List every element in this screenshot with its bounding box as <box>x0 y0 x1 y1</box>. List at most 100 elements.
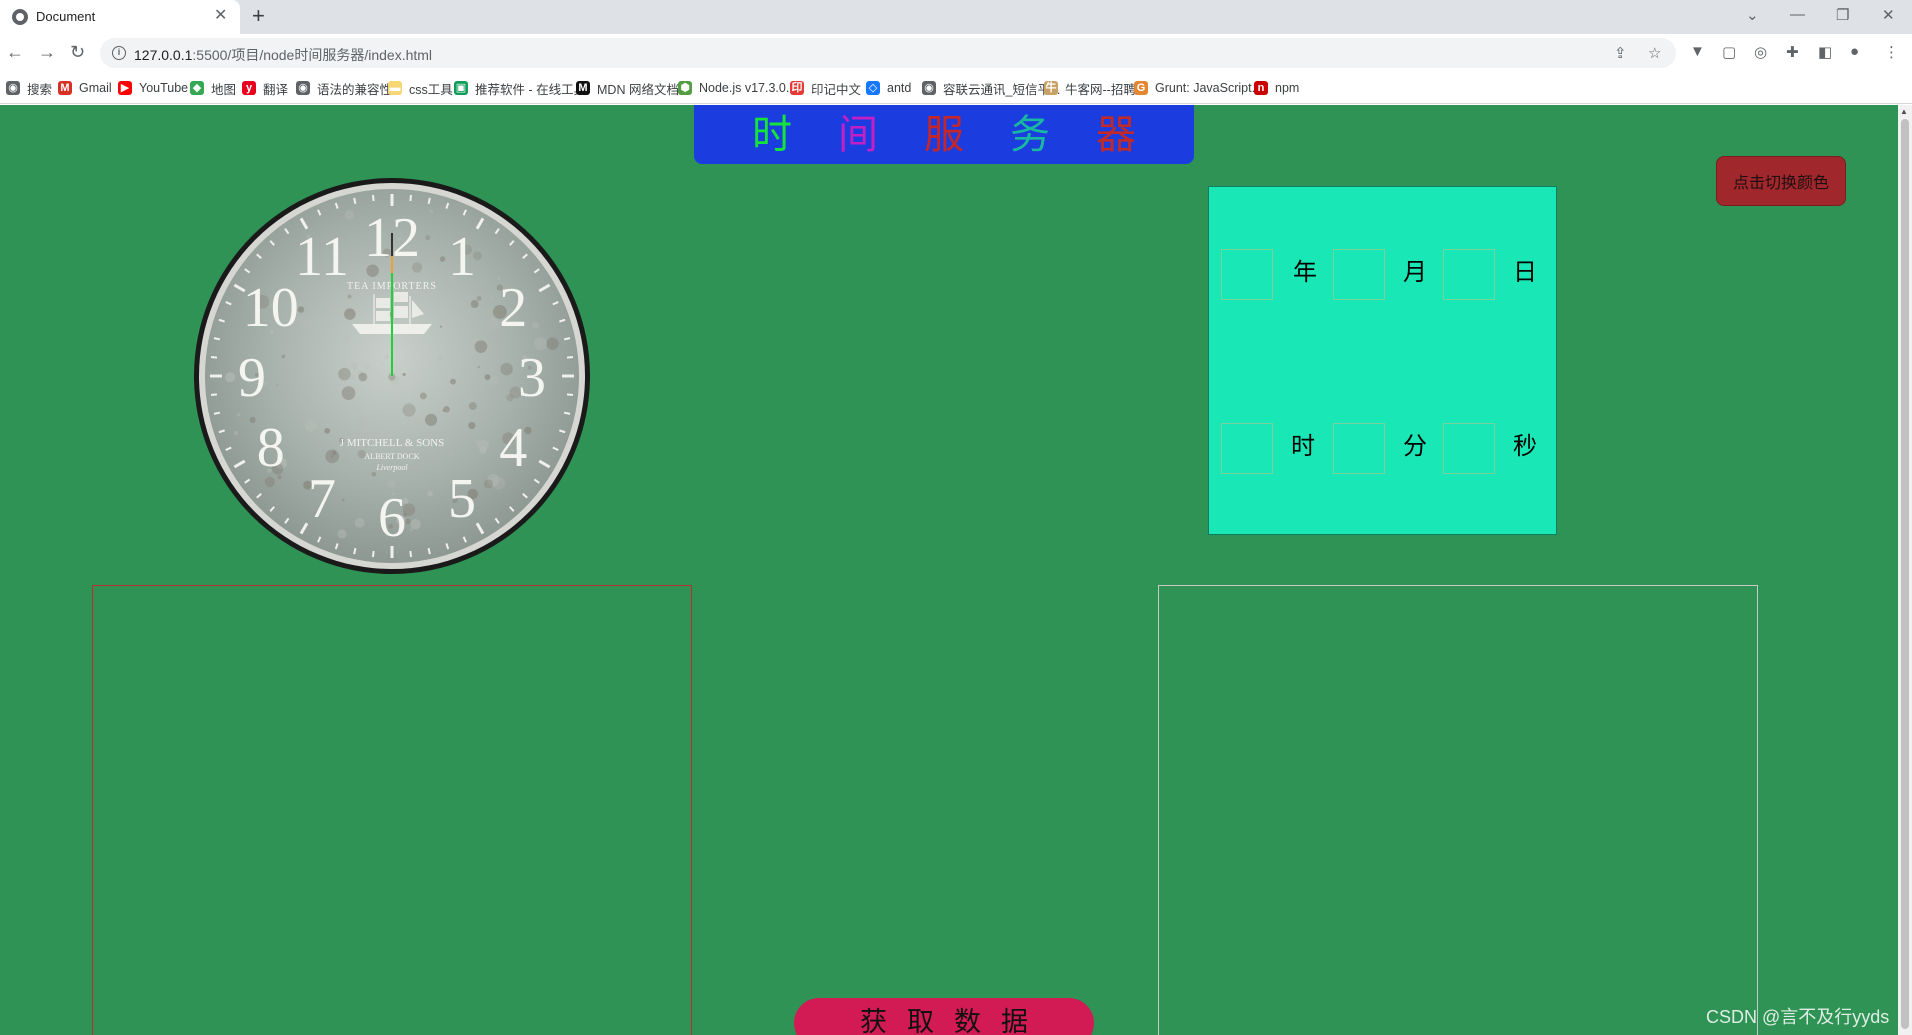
date-time-panel: 年 月 日 时 分 秒 <box>1208 186 1557 535</box>
bookmark-label: YouTube <box>139 81 189 95</box>
youtube-icon: ▶ <box>118 81 132 95</box>
clock-speckle <box>276 384 279 387</box>
bookmark-item[interactable]: ◉ 语法的兼容性 <box>296 79 392 97</box>
maps-icon: ◆ <box>190 81 204 95</box>
minute-label: 分 <box>1403 433 1427 460</box>
clock-speckle <box>470 300 479 308</box>
clock-speckle <box>449 452 453 456</box>
clock-speckle <box>410 519 421 530</box>
clock-tick <box>427 547 431 555</box>
year-box <box>1221 249 1273 300</box>
clock-brand-sub1: ALBERT DOCK <box>364 452 419 461</box>
bookmark-item[interactable]: n npm <box>1254 79 1299 97</box>
month-label: 月 <box>1403 259 1427 286</box>
bookmark-item[interactable]: M MDN 网络文档 <box>576 79 679 97</box>
site-info-icon[interactable]: i <box>112 46 126 60</box>
clock-speckle <box>371 471 377 477</box>
year-label: 年 <box>1293 259 1317 286</box>
bookmark-item[interactable]: 牛牛客网--招聘 <box>1044 79 1136 97</box>
extension-circle-icon[interactable]: ◎ <box>1754 43 1767 61</box>
bookmark-label: 牛客网--招聘 <box>1065 82 1136 97</box>
bookmark-label: Grunt: JavaScript... <box>1155 81 1262 95</box>
clock-speckle <box>425 234 431 241</box>
title-char: 服 <box>924 112 964 157</box>
fetch-data-button[interactable]: 获取数据 <box>794 998 1094 1035</box>
clock-tick <box>210 355 218 359</box>
month-box <box>1333 249 1385 300</box>
clock-speckle <box>442 409 445 412</box>
clock-speckle <box>344 335 350 341</box>
fetch-button-char: 据 <box>1001 1007 1028 1035</box>
switch-color-button[interactable]: 点击切换颜色 <box>1716 156 1846 206</box>
fetch-button-char: 取 <box>907 1007 934 1035</box>
extensions-puzzle-icon[interactable]: ✚ <box>1786 43 1799 61</box>
clock-speckle <box>350 406 359 416</box>
bookmark-item[interactable]: 印印记中文 <box>790 79 861 97</box>
clock-speckle <box>384 354 390 360</box>
restore-icon[interactable]: ❐ <box>1836 6 1849 24</box>
bookmark-label: MDN 网络文档 <box>597 82 679 97</box>
clock-tick <box>213 337 221 341</box>
bookmark-item[interactable]: ▣ 推荐软件 - 在线工具 <box>454 79 586 97</box>
extension-box-icon[interactable]: ▢ <box>1722 43 1736 61</box>
page-title-banner: 时间服务器 <box>694 105 1194 164</box>
reload-icon[interactable]: ↻ <box>70 42 85 62</box>
clock-speckle <box>484 374 491 380</box>
minute-box <box>1333 423 1385 474</box>
clock-speckle <box>429 209 434 214</box>
clock-speckle <box>338 367 351 381</box>
bookmark-item[interactable]: ◉ 搜索 <box>6 79 52 97</box>
extension-filter-icon[interactable]: ▼ <box>1690 43 1705 60</box>
scroll-thumb[interactable] <box>1901 119 1909 1029</box>
clock-speckle <box>465 309 471 315</box>
address-bar[interactable]: i 127.0.0.1:5500/项目/node时间服务器/index.html… <box>100 38 1676 68</box>
toolbar: ← → ↻ i 127.0.0.1:5500/项目/node时间服务器/inde… <box>0 34 1912 72</box>
clock-speckle <box>477 365 481 369</box>
forward-icon[interactable]: → <box>38 42 56 62</box>
tab-strip: Document ✕ + ⌄ — ❐ ✕ <box>0 0 1912 34</box>
clock-tick <box>210 393 218 397</box>
clock-speckle <box>546 337 559 350</box>
url-text[interactable]: 127.0.0.1:5500/项目/node时间服务器/index.html <box>134 45 432 65</box>
scroll-up-icon[interactable]: ▲ <box>1900 107 1908 116</box>
title-char: 器 <box>1096 112 1136 157</box>
day-label: 日 <box>1513 259 1537 286</box>
fetch-button-char: 获 <box>860 1007 887 1035</box>
menu-kebab-icon[interactable]: ⋮ <box>1884 43 1899 61</box>
tab-document[interactable]: Document ✕ <box>0 0 240 34</box>
tab-search-chevron-icon[interactable]: ⌄ <box>1746 6 1759 24</box>
bookmark-item[interactable]: ◇ antd <box>866 79 911 97</box>
clock-speckle <box>436 355 443 362</box>
bookmark-item[interactable]: G Grunt: JavaScript... <box>1134 79 1262 97</box>
bookmark-item[interactable]: ◆ 地图 <box>190 79 236 97</box>
bookmark-item[interactable]: ◉ 容联云通讯_短信平... <box>922 79 1060 97</box>
clock-speckle <box>483 479 493 489</box>
clock-tick <box>213 411 221 415</box>
url-host: 127.0.0.1 <box>134 47 193 63</box>
side-panel-icon[interactable]: ◧ <box>1818 43 1832 61</box>
mdn-icon: M <box>576 81 590 95</box>
bookmark-item[interactable]: M Gmail <box>58 79 112 97</box>
vertical-scrollbar[interactable]: ▲ <box>1898 105 1912 1035</box>
bookmark-item[interactable]: y 翻译 <box>242 79 288 97</box>
share-icon[interactable]: ⇪ <box>1614 44 1627 62</box>
close-tab-icon[interactable]: ✕ <box>214 7 227 25</box>
title-char: 时 <box>752 112 792 157</box>
day-box <box>1443 249 1495 300</box>
bookmark-item[interactable]: ▬ css工具 <box>388 79 453 97</box>
bookmark-item[interactable]: ▶ YouTube <box>118 79 188 97</box>
clock-speckle <box>341 418 348 425</box>
bookmark-label: Gmail <box>79 81 112 95</box>
clock-speckle <box>344 210 355 220</box>
window-close-icon[interactable]: ✕ <box>1882 6 1895 24</box>
clock-numeral: 3 <box>518 347 546 409</box>
minimize-icon[interactable]: — <box>1790 6 1805 23</box>
title-char: 间 <box>838 112 878 157</box>
profile-avatar-icon[interactable]: ● <box>1850 43 1859 60</box>
bookmark-star-icon[interactable]: ☆ <box>1648 44 1661 62</box>
back-icon[interactable]: ← <box>6 42 24 62</box>
bookmark-item[interactable]: ⬢ Node.js v17.3.0... <box>678 79 796 97</box>
new-tab-icon[interactable]: + <box>252 5 265 27</box>
url-path: :5500/项目/node时间服务器/index.html <box>192 47 433 63</box>
clock-speckle <box>281 354 286 359</box>
